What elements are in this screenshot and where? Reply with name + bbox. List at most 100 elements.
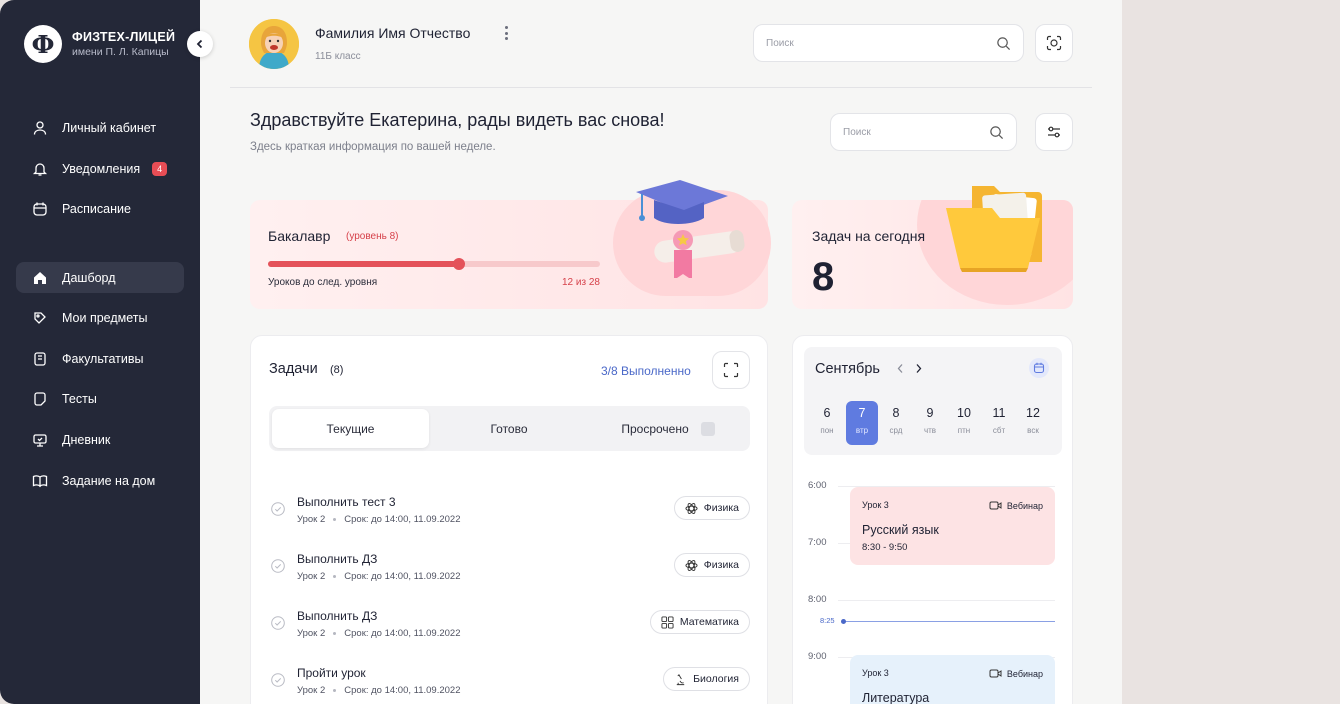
tab-done[interactable]: Готово xyxy=(431,409,587,448)
logo[interactable]: Ф xyxy=(24,25,62,63)
check-circle-icon[interactable] xyxy=(271,559,285,573)
day-name: срд xyxy=(889,426,903,435)
time-label: 6:00 xyxy=(808,480,827,491)
level-card: Бакалавр (уровень 8) Уроков до след. уро… xyxy=(250,180,771,309)
day-cell[interactable]: 10 птн xyxy=(948,401,980,445)
subject-tag[interactable]: Физика xyxy=(673,496,750,520)
tab-label: Просрочено xyxy=(621,421,689,436)
event-subject: Литература xyxy=(862,691,930,704)
day-cell[interactable]: 8 срд xyxy=(880,401,912,445)
task-deadline: Срок: до 14:00, 11.09.2022 xyxy=(344,514,461,525)
task-name: Выполнить ДЗ xyxy=(297,609,378,623)
event-time: 8:30 - 9:50 xyxy=(862,542,908,553)
search-icon xyxy=(990,125,1004,139)
sidebar-item-label: Мои предметы xyxy=(62,310,148,325)
page-title: Здравствуйте Екатерина, рады видеть вас … xyxy=(250,110,665,130)
bell-icon xyxy=(32,162,48,176)
subject-tag[interactable]: Математика xyxy=(649,610,750,634)
chevron-right-icon xyxy=(916,363,921,373)
task-row[interactable]: Выполнить ДЗ Урок 2 Срок: до 14:00, 11.09… xyxy=(269,548,750,598)
search-input[interactable] xyxy=(766,37,996,49)
prev-month-button[interactable] xyxy=(891,359,909,377)
sidebar-item-tests[interactable]: Тесты xyxy=(16,383,184,414)
event-type-label: Вебинар xyxy=(1006,668,1043,679)
check-circle-icon[interactable] xyxy=(271,673,285,687)
level-progress-fill xyxy=(268,261,459,267)
task-row[interactable]: Выполнить ДЗ Урок 2 Срок: до 14:00, 11.09… xyxy=(269,605,750,655)
sidebar-item-dashboard[interactable]: Дашборд xyxy=(16,262,184,293)
sidebar-collapse-button[interactable] xyxy=(187,31,213,57)
sidebar-item-label: Факультативы xyxy=(62,351,144,366)
chevron-left-icon xyxy=(196,39,203,49)
event-subject: Русский язык xyxy=(862,523,939,537)
expand-button[interactable] xyxy=(712,351,750,389)
task-name: Выполнить тест 3 xyxy=(297,495,396,509)
sidebar-item-schedule[interactable]: Расписание xyxy=(16,193,184,224)
current-time-line xyxy=(843,621,1055,622)
sidebar-item-diary[interactable]: Дневник xyxy=(16,424,184,455)
task-row[interactable]: Выполнить тест 3 Урок 2 Срок: до 14:00, 1… xyxy=(269,491,750,541)
day-number: 7 xyxy=(858,406,866,420)
subject-label: Биология xyxy=(693,673,739,685)
day-cell[interactable]: 11 сбт xyxy=(983,401,1015,445)
filter-icon xyxy=(1048,126,1060,138)
day-name: пон xyxy=(820,426,834,435)
event-lesson: Урок 3 xyxy=(862,668,889,678)
notification-badge: 4 xyxy=(152,161,168,176)
check-circle-icon[interactable] xyxy=(271,616,285,630)
day-name: птн xyxy=(957,426,971,435)
task-row[interactable]: Пройти урок Урок 2 Срок: до 14:00, 11.09.… xyxy=(269,662,750,704)
check-circle-icon[interactable] xyxy=(271,502,285,516)
day-cell[interactable]: 9 чтв xyxy=(914,401,946,445)
tab-current[interactable]: Текущие xyxy=(272,409,429,448)
day-number: 9 xyxy=(926,406,934,420)
task-deadline: Срок: до 14:00, 11.09.2022 xyxy=(344,571,461,582)
face-id-button[interactable] xyxy=(1035,24,1073,62)
expand-icon xyxy=(723,362,739,378)
header-divider xyxy=(230,87,1092,88)
subject-tag[interactable]: Физика xyxy=(673,553,750,577)
tasks-done-link[interactable]: 3/8 Выполненно xyxy=(601,364,691,378)
page-subtitle: Здесь краткая информация по вашей неделе… xyxy=(250,141,496,153)
calendar-event[interactable]: Урок 3 Вебинар Литература xyxy=(850,655,1055,704)
sidebar-item-electives[interactable]: Факультативы xyxy=(16,343,184,374)
filter-button[interactable] xyxy=(1035,113,1073,151)
home-icon xyxy=(34,271,46,284)
search-icon xyxy=(997,36,1011,50)
sidebar-item-notifications[interactable]: Уведомления 4 xyxy=(16,153,184,184)
task-name: Пройти урок xyxy=(297,666,366,680)
header-search[interactable] xyxy=(753,24,1024,62)
sidebar-item-homework[interactable]: Задание на дом xyxy=(16,465,184,496)
calendar-event[interactable]: Урок 3 Вебинар Русский язык 8:30 - 9:50 xyxy=(850,487,1055,565)
search-input[interactable] xyxy=(843,126,989,138)
task-meta: Урок 2 Срок: до 14:00, 11.09.2022 xyxy=(297,628,461,639)
avatar[interactable] xyxy=(249,19,299,69)
day-name: чтв xyxy=(923,426,937,435)
calendar-icon xyxy=(33,202,47,216)
level-caption: Уроков до след. уровня xyxy=(268,277,378,288)
level-progress-bar xyxy=(268,258,600,270)
day-cell[interactable]: 12 вск xyxy=(1017,401,1049,445)
graduation-cap-icon xyxy=(636,180,745,278)
sidebar-item-label: Тесты xyxy=(62,391,97,406)
day-cell-selected[interactable]: 7 втр xyxy=(846,401,878,445)
user-menu-button[interactable] xyxy=(500,24,512,42)
sidebar-item-profile[interactable]: Личный кабинет xyxy=(16,112,184,143)
subject-tag[interactable]: Биология xyxy=(663,667,750,691)
sidebar: Ф ФИЗТЕХ-ЛИЦЕЙ имени П. Л. Капицы Личный… xyxy=(0,0,200,704)
sidebar-item-label: Дневник xyxy=(62,432,111,447)
user-class: 11Б класс xyxy=(315,51,361,62)
tasks-count: (8) xyxy=(330,364,344,376)
tab-overdue[interactable]: Просрочено xyxy=(589,409,747,448)
sidebar-item-subjects[interactable]: Мои предметы xyxy=(16,302,184,333)
day-number: 11 xyxy=(992,406,1006,420)
grid-icon xyxy=(661,615,674,629)
dashboard-search[interactable] xyxy=(830,113,1017,151)
day-cell[interactable]: 6 пон xyxy=(811,401,843,445)
calendar-icon[interactable] xyxy=(1029,358,1049,378)
brand-title: ФИЗТЕХ-ЛИЦЕЙ xyxy=(72,30,176,44)
current-time-dot xyxy=(841,619,846,624)
subject-label: Физика xyxy=(703,559,739,571)
event-type-label: Вебинар xyxy=(1006,500,1043,511)
next-month-button[interactable] xyxy=(909,359,927,377)
